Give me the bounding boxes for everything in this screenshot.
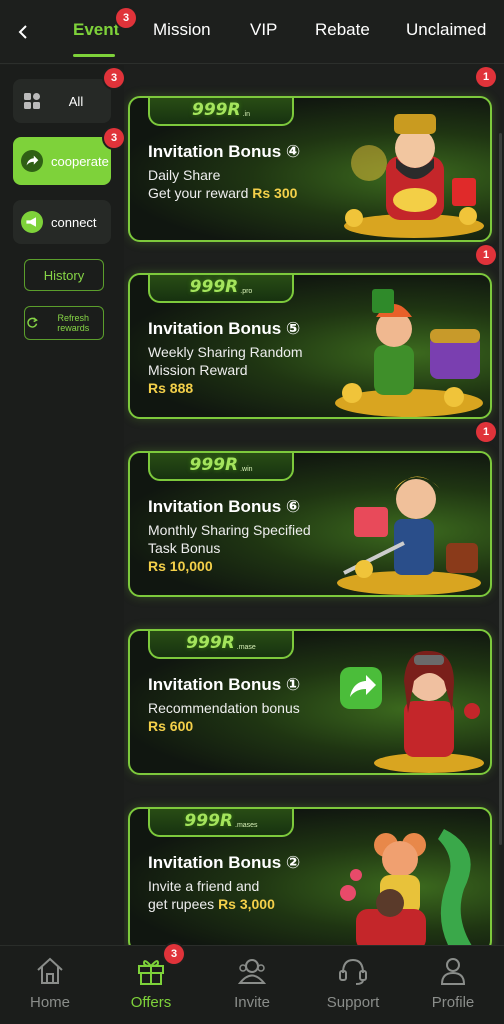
tab-mission[interactable]: Mission xyxy=(153,20,211,40)
history-button[interactable]: History xyxy=(24,259,104,291)
reward-amount: Rs 888 xyxy=(148,380,194,396)
tab-unclaimed[interactable]: Unclaimed xyxy=(406,20,486,40)
card-title: Invitation Bonus ⑤ xyxy=(148,319,301,338)
category-sidebar: All 3 cooperate 3 connect History Refres… xyxy=(0,65,124,945)
tab-vip[interactable]: VIP xyxy=(250,20,277,40)
card-description: Weekly Sharing Random Mission Reward Rs … xyxy=(148,343,348,397)
bottom-navigation: Home Offers 3 Invite Support Profile xyxy=(0,944,504,1024)
brand-logo: 999R .pro xyxy=(148,275,294,303)
card-badge: 1 xyxy=(476,245,496,265)
refresh-rewards-label: Refresh rewards xyxy=(57,313,90,333)
card-badge: 1 xyxy=(476,67,496,87)
nav-invite[interactable]: Invite xyxy=(204,954,300,1011)
nav-offers[interactable]: Offers xyxy=(103,954,199,1011)
mouse-and-dragon-illustration xyxy=(340,829,472,945)
event-card-list: 1 999R .in Invitation Bonus ④ Daily Share… xyxy=(124,65,504,945)
card-description: Invite a friend and get rupees Rs 3,000 xyxy=(148,878,275,912)
sidebar-item-cooperate[interactable]: cooperate xyxy=(13,137,111,185)
reward-amount: Rs 300 xyxy=(252,185,298,201)
brand-logo: 999R .mase xyxy=(148,631,294,659)
sidebar-item-label: cooperate xyxy=(51,153,109,169)
nav-offers-badge: 3 xyxy=(164,944,184,964)
invitation-bonus-card-2[interactable]: 999R .mases Invitation Bonus ② Invite a f… xyxy=(128,807,492,945)
megaphone-icon xyxy=(21,211,43,233)
brand-logo: 999R .win xyxy=(148,453,294,481)
profile-icon xyxy=(440,958,466,985)
invitation-bonus-card-6[interactable]: 999R .win Invitation Bonus ⑥ Monthly Shar… xyxy=(128,451,492,597)
sidebar-cooperate-badge: 3 xyxy=(104,128,124,148)
tab-event-badge: 3 xyxy=(116,8,136,28)
invitation-bonus-card-4[interactable]: 999R .in Invitation Bonus ④ Daily Share G… xyxy=(128,96,492,242)
back-button[interactable] xyxy=(10,18,36,46)
adventurer-illustration xyxy=(337,476,481,595)
home-icon xyxy=(37,957,63,984)
brand-logo: 999R .in xyxy=(148,98,294,126)
card-title: Invitation Bonus ② xyxy=(148,853,301,872)
reward-amount: Rs 10,000 xyxy=(148,558,213,574)
nav-home[interactable]: Home xyxy=(2,954,98,1011)
fortune-god-illustration xyxy=(344,114,484,238)
leprechaun-illustration xyxy=(335,289,483,417)
refresh-icon xyxy=(27,317,38,328)
reward-amount: Rs 3,000 xyxy=(218,896,275,912)
card-title: Invitation Bonus ⑥ xyxy=(148,497,301,516)
reward-amount: Rs 600 xyxy=(148,718,194,734)
active-tab-indicator xyxy=(73,54,115,57)
sidebar-item-label: connect xyxy=(51,214,97,230)
refresh-rewards-button[interactable]: Refresh rewards xyxy=(24,306,104,340)
card-badge: 1 xyxy=(476,422,496,442)
sidebar-item-label: All xyxy=(68,93,84,109)
card-description: Recommendation bonus Rs 600 xyxy=(148,699,348,735)
tab-event[interactable]: Event xyxy=(73,20,119,40)
card-description: Daily Share Get your reward Rs 300 xyxy=(148,167,298,201)
chevron-left-icon xyxy=(18,25,27,39)
grid-icon xyxy=(21,90,43,112)
top-tab-bar: Event 3 Mission VIP Rebate Unclaimed xyxy=(0,0,504,64)
card-title: Invitation Bonus ④ xyxy=(148,142,301,161)
sidebar-all-badge: 3 xyxy=(104,68,124,88)
share-arrow-icon xyxy=(21,150,43,172)
brand-logo: 999R .mases xyxy=(148,809,294,837)
nav-support[interactable]: Support xyxy=(305,954,401,1011)
tab-rebate[interactable]: Rebate xyxy=(315,20,370,40)
nav-profile[interactable]: Profile xyxy=(405,954,501,1011)
invitation-bonus-card-1[interactable]: 999R .mase Invitation Bonus ① Recommendat… xyxy=(128,629,492,775)
sidebar-item-connect[interactable]: connect xyxy=(13,200,111,244)
card-description: Monthly Sharing Specified Task Bonus Rs … xyxy=(148,521,348,575)
invitation-bonus-card-5[interactable]: 999R .pro Invitation Bonus ⑤ Weekly Shari… xyxy=(128,273,492,419)
sidebar-item-all[interactable]: All xyxy=(13,79,111,123)
pilot-girl-illustration xyxy=(340,650,484,773)
headset-icon xyxy=(339,958,367,985)
invite-icon xyxy=(237,959,267,984)
card-title: Invitation Bonus ① xyxy=(148,675,301,694)
scrollbar[interactable] xyxy=(499,133,502,845)
gift-icon xyxy=(138,960,164,985)
